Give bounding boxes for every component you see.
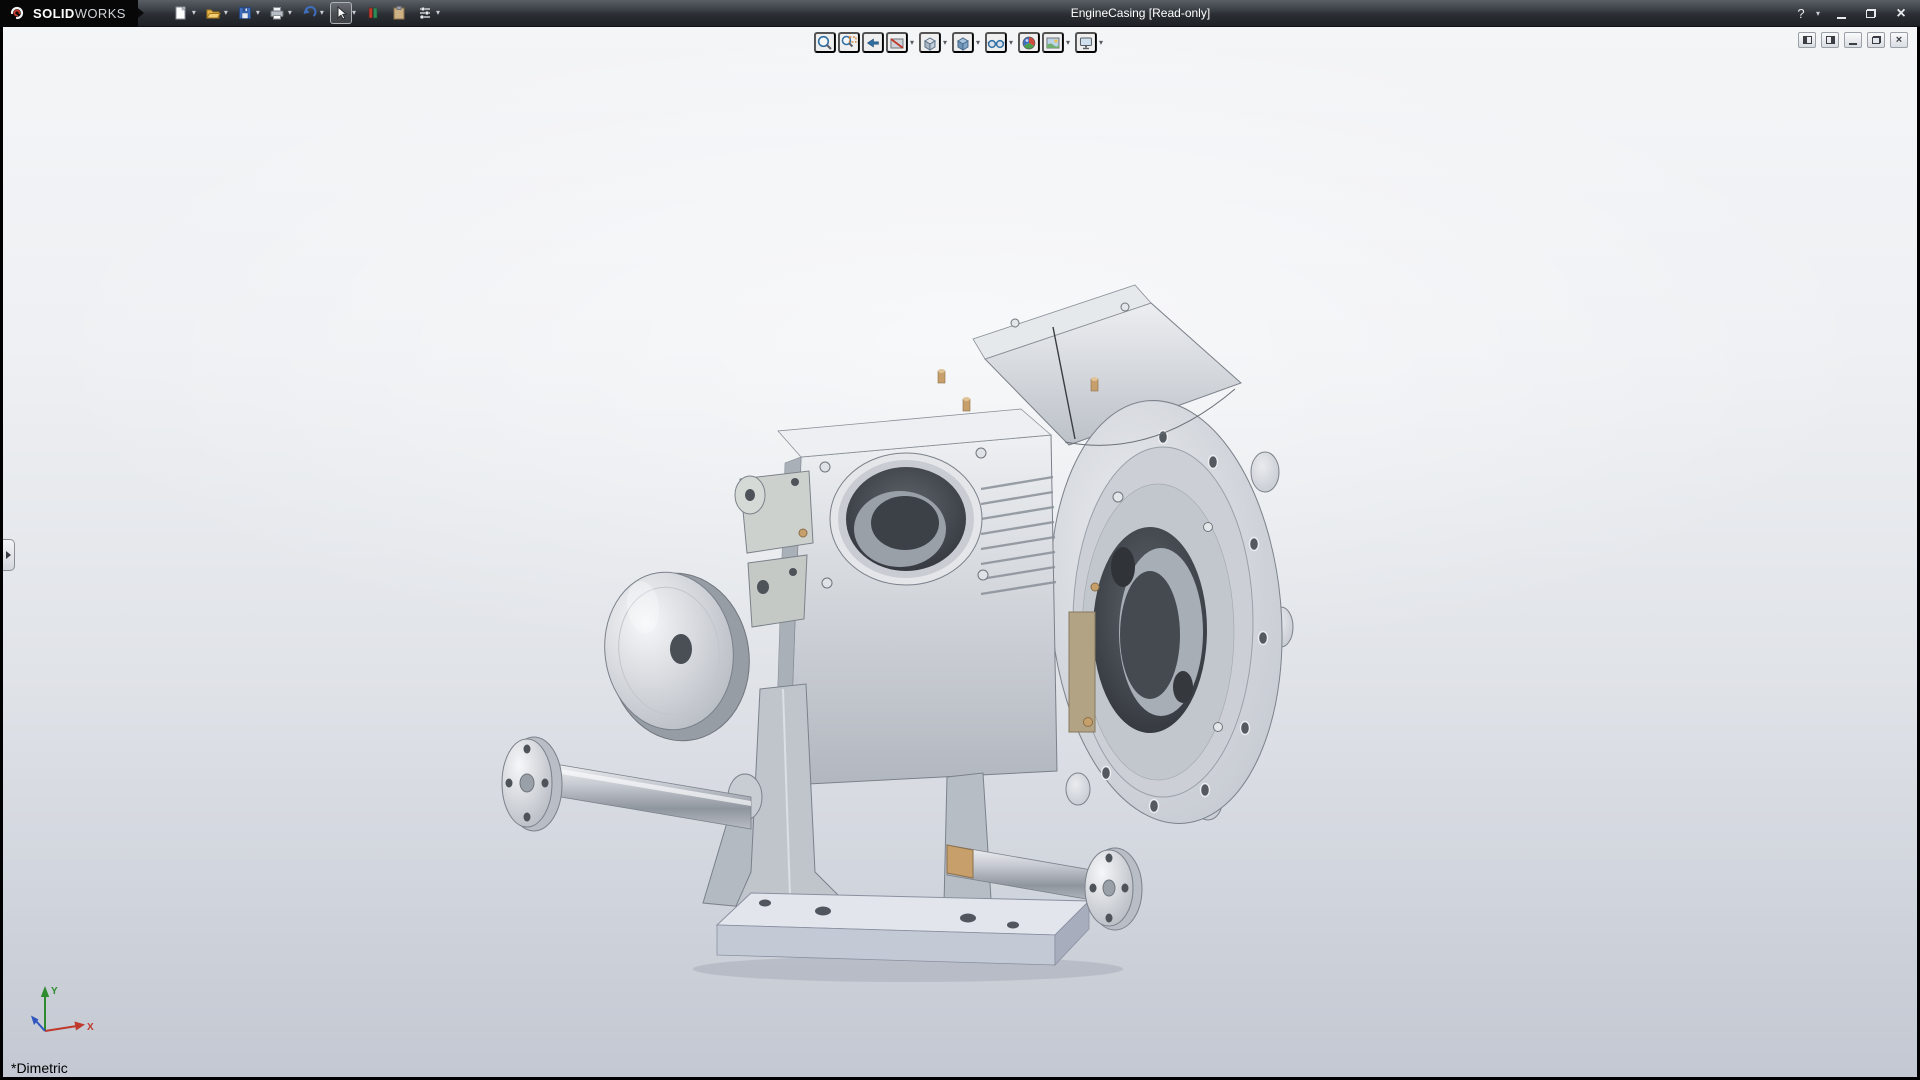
view-settings-icon [1077,34,1095,52]
color-display-button[interactable] [362,2,384,24]
edit-appearance-button[interactable] [1018,32,1040,53]
design-binder-button[interactable] [388,2,410,24]
view-settings-button[interactable] [1075,32,1097,53]
window-controls: ? ▾ × [1792,0,1910,27]
minimize-icon [1837,17,1846,19]
zoom-to-fit-button[interactable] [814,32,836,53]
options-button[interactable] [414,2,436,24]
view-orientation-label: *Dimetric [11,1060,68,1076]
engine-casing-model[interactable] [3,27,1917,1077]
pane-left-button[interactable] [1798,32,1816,48]
dropdown-caret[interactable]: ▾ [1099,39,1103,47]
pane-right-button[interactable] [1821,32,1839,48]
close-button[interactable]: × [1892,5,1910,23]
triad-x-label: X [87,1022,94,1033]
hide-show-glasses-icon [987,34,1005,52]
section-view-icon [888,34,906,52]
dropdown-caret[interactable]: ▾ [910,39,914,47]
view-orientation-cube-icon [921,34,939,52]
dropdown-caret[interactable]: ▾ [352,9,356,17]
dropdown-caret[interactable]: ▾ [256,9,260,17]
document-window-controls: × [1798,32,1908,48]
design-binder-icon [390,4,408,22]
dropdown-caret[interactable]: ▾ [943,39,947,47]
headsup-view-toolbar: ▾ ▾ ▾ [814,32,1106,53]
expand-panel-arrow-icon [6,551,11,559]
model-base-plate[interactable] [693,893,1123,982]
menu-expand-arrow[interactable] [138,8,144,18]
new-document-button[interactable] [170,2,192,24]
previous-view-button[interactable] [862,32,884,53]
solidworks-logo: SOLIDWORKS [0,0,138,27]
dropdown-caret[interactable]: ▾ [288,9,292,17]
undo-button[interactable] [298,2,320,24]
featuremanager-collapsed-tab[interactable] [3,539,15,571]
graphics-area[interactable]: ▾ ▾ ▾ [3,27,1917,1077]
open-folder-icon [204,4,222,22]
dropdown-caret[interactable]: ▾ [1066,39,1070,47]
new-document-icon [172,4,190,22]
pane-right-icon [1826,36,1835,44]
undo-icon [300,4,318,22]
titlebar: SOLIDWORKS ▾ ▾ [0,0,1920,27]
save-button[interactable] [234,2,256,24]
color-display-icon [364,4,382,22]
open-button[interactable] [202,2,224,24]
print-icon [268,4,286,22]
save-icon [236,4,254,22]
display-style-button[interactable] [952,32,974,53]
dassault-3ds-logo-icon [8,4,26,22]
document-title: EngineCasing [Read-only] [1071,6,1210,20]
help-button[interactable]: ? [1792,5,1810,23]
help-dropdown-caret[interactable]: ▾ [1816,9,1820,18]
print-button[interactable] [266,2,288,24]
restore-icon [1866,9,1876,18]
model-flywheel-disc[interactable] [595,564,760,750]
section-view-button[interactable] [886,32,908,53]
reference-triad: Y X [25,981,99,1047]
model-left-shaft[interactable] [502,737,751,831]
dropdown-caret[interactable]: ▾ [224,9,228,17]
view-orientation-button[interactable] [919,32,941,53]
restore-button[interactable] [1862,5,1880,23]
zoom-to-area-icon [840,34,858,52]
brand-text: SOLIDWORKS [33,6,126,21]
dropdown-caret[interactable]: ▾ [320,9,324,17]
previous-view-icon [864,34,882,52]
apply-scene-button[interactable] [1042,32,1064,53]
triad-y-label: Y [51,986,58,997]
doc-close-button[interactable]: × [1890,32,1908,48]
pane-left-icon [1803,36,1812,44]
display-style-icon [954,34,972,52]
model-clutch-housing[interactable] [1033,389,1299,833]
model-cylinder-block[interactable] [775,409,1057,785]
solidworks-window: SOLIDWORKS ▾ ▾ [0,0,1920,1080]
quick-access-toolbar: ▾ ▾ [170,2,446,24]
dropdown-caret[interactable]: ▾ [976,39,980,47]
options-sliders-icon [416,4,434,22]
edit-appearance-ball-icon [1020,34,1038,52]
doc-minimize-button[interactable] [1844,32,1862,48]
minimize-button[interactable] [1832,5,1850,23]
select-cursor-icon [332,4,350,22]
zoom-to-fit-icon [816,34,834,52]
apply-scene-icon [1044,34,1062,52]
hide-show-items-button[interactable] [985,32,1007,53]
doc-minimize-icon [1849,43,1857,45]
dropdown-caret[interactable]: ▾ [436,9,440,17]
doc-restore-button[interactable] [1867,32,1885,48]
select-tool-button[interactable] [330,2,352,24]
dropdown-caret[interactable]: ▾ [192,9,196,17]
dropdown-caret[interactable]: ▾ [1009,39,1013,47]
zoom-to-area-button[interactable] [838,32,860,53]
doc-restore-icon [1872,36,1881,44]
